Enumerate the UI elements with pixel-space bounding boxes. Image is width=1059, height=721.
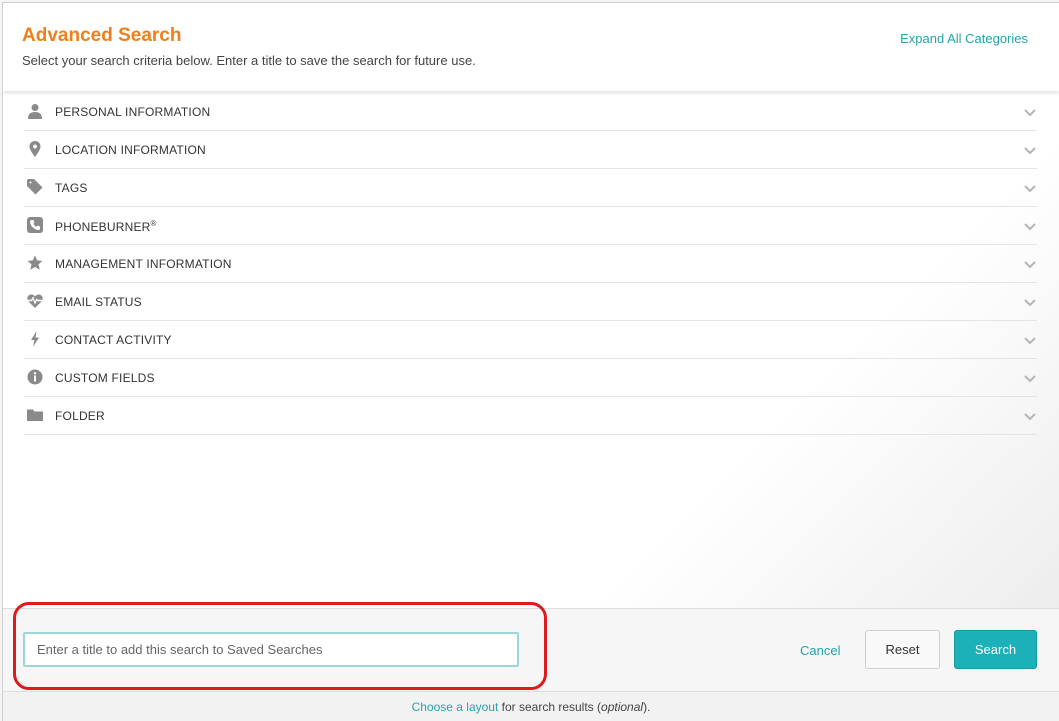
chevron-down-icon[interactable]: [1023, 295, 1037, 309]
category-label: PHONEBURNER®: [55, 219, 157, 234]
reset-button[interactable]: Reset: [865, 630, 940, 669]
category-personal-information[interactable]: PERSONAL INFORMATION: [24, 93, 1037, 131]
chevron-down-icon[interactable]: [1023, 143, 1037, 157]
category-contact-activity[interactable]: CONTACT ACTIVITY: [24, 321, 1037, 359]
choose-layout-link[interactable]: Choose a layout: [412, 700, 499, 714]
category-label: CONTACT ACTIVITY: [55, 333, 172, 347]
user-icon: [26, 102, 44, 120]
modal-header: Advanced Search Select your search crite…: [3, 3, 1059, 91]
layout-bar: Choose a layout for search results (opti…: [3, 691, 1059, 721]
search-button[interactable]: Search: [954, 630, 1037, 669]
registered-mark: ®: [150, 219, 157, 228]
chevron-down-icon[interactable]: [1023, 257, 1037, 271]
category-location-information[interactable]: LOCATION INFORMATION: [24, 131, 1037, 169]
category-label: LOCATION INFORMATION: [55, 143, 206, 157]
layout-bar-suffix: ).: [643, 700, 651, 714]
modal-footer: Cancel Reset Search: [3, 602, 1059, 691]
bolt-icon: [26, 330, 44, 348]
category-area: PERSONAL INFORMATION LOCATION INFORMATIO…: [3, 91, 1059, 608]
category-custom-fields[interactable]: CUSTOM FIELDS: [24, 359, 1037, 397]
folder-icon: [26, 406, 44, 424]
chevron-down-icon[interactable]: [1023, 219, 1037, 233]
expand-all-categories-link[interactable]: Expand All Categories: [900, 31, 1028, 46]
chevron-down-icon[interactable]: [1023, 409, 1037, 423]
heartbeat-icon: [26, 292, 44, 310]
category-email-status[interactable]: EMAIL STATUS: [24, 283, 1037, 321]
saved-search-title-input[interactable]: [23, 632, 519, 667]
cancel-link[interactable]: Cancel: [800, 643, 840, 658]
category-label: TAGS: [55, 181, 88, 195]
chevron-down-icon[interactable]: [1023, 181, 1037, 195]
tag-icon: [26, 178, 44, 196]
chevron-down-icon[interactable]: [1023, 371, 1037, 385]
category-tags[interactable]: TAGS: [24, 169, 1037, 207]
chevron-down-icon[interactable]: [1023, 333, 1037, 347]
map-pin-icon: [26, 140, 44, 158]
star-icon: [26, 254, 44, 272]
category-folder[interactable]: FOLDER: [24, 397, 1037, 435]
category-management-information[interactable]: MANAGEMENT INFORMATION: [24, 245, 1037, 283]
category-label: EMAIL STATUS: [55, 295, 142, 309]
page-title: Advanced Search: [22, 25, 182, 46]
chevron-down-icon[interactable]: [1023, 105, 1037, 119]
category-label: FOLDER: [55, 409, 105, 423]
advanced-search-modal: Advanced Search Select your search crite…: [2, 2, 1059, 721]
layout-bar-text: for search results (: [498, 700, 602, 714]
optional-text: optional: [601, 700, 644, 714]
category-label: PERSONAL INFORMATION: [55, 105, 211, 119]
page-subtitle: Select your search criteria below. Enter…: [22, 53, 476, 68]
phone-icon: [26, 216, 44, 234]
info-circle-icon: [26, 368, 44, 386]
category-label: CUSTOM FIELDS: [55, 371, 155, 385]
category-phoneburner[interactable]: PHONEBURNER®: [24, 207, 1037, 245]
category-label: MANAGEMENT INFORMATION: [55, 257, 232, 271]
category-list: PERSONAL INFORMATION LOCATION INFORMATIO…: [24, 93, 1037, 435]
